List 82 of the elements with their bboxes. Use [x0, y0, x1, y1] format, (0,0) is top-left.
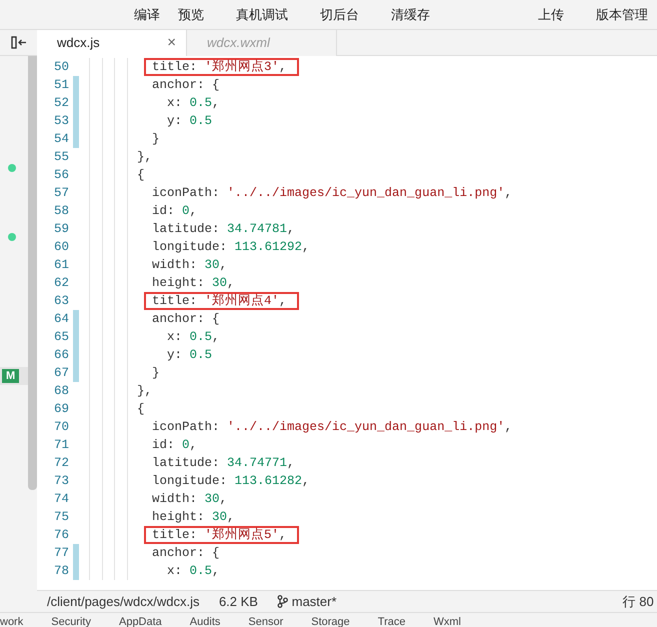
- file-path: /client/pages/wdcx/wdcx.js: [47, 592, 200, 611]
- file-size: 6.2 KB: [218, 592, 258, 611]
- cursor-position: 行 80: [622, 592, 654, 611]
- code-line: anchor: {: [151, 312, 220, 326]
- devtools-tab[interactable]: Audits: [190, 613, 220, 627]
- devtools-tab[interactable]: Trace: [378, 613, 406, 627]
- line-number: 64: [52, 310, 70, 328]
- line-number: 72: [52, 454, 70, 472]
- code-line: id: 0,: [151, 438, 198, 452]
- toolbar-action[interactable]: 上传: [529, 4, 573, 24]
- line-number: 58: [52, 202, 70, 220]
- close-icon[interactable]: ×: [167, 35, 176, 50]
- code-line: x: 0.5,: [166, 564, 220, 578]
- status-dot: [8, 164, 16, 172]
- toolbar-action[interactable]: 切后台: [311, 4, 368, 24]
- line-number: 69: [52, 400, 70, 418]
- toolbar-action[interactable]: 预览: [169, 4, 213, 24]
- code-line: {: [136, 168, 145, 182]
- code-line: {: [136, 402, 145, 416]
- line-number: 61: [52, 256, 70, 274]
- code-line: height: 30,: [151, 276, 235, 290]
- line-number: 62: [52, 274, 70, 292]
- line-number: 67: [52, 364, 70, 382]
- devtools-tab[interactable]: work: [0, 613, 24, 627]
- code-line: longitude: 113.61292,: [151, 240, 310, 254]
- devtools-tab[interactable]: Sensor: [248, 613, 284, 627]
- scrollbar[interactable]: [28, 56, 37, 490]
- line-number: 70: [52, 418, 70, 436]
- code-line: latitude: 34.74781,: [151, 222, 295, 236]
- line-number: 56: [52, 166, 70, 184]
- code-line: anchor: {: [151, 546, 220, 560]
- code-line: width: 30,: [151, 258, 228, 272]
- code-line: width: 30,: [151, 492, 228, 506]
- line-number: 66: [52, 346, 70, 364]
- code-line: x: 0.5,: [166, 96, 220, 110]
- code-line: latitude: 34.74771,: [151, 456, 295, 470]
- line-number: 65: [52, 328, 70, 346]
- code-line: anchor: {: [151, 78, 220, 92]
- line-number: 59: [52, 220, 70, 238]
- code-line: }: [151, 132, 160, 146]
- devtools-tab[interactable]: Security: [51, 613, 91, 627]
- status-dot: [8, 233, 16, 241]
- toolbar-action[interactable]: 真机调试: [227, 4, 297, 24]
- code-line: },: [136, 150, 152, 164]
- devtools-tab[interactable]: Wxml: [433, 613, 461, 627]
- code-line: }: [151, 366, 160, 380]
- line-number: 76: [52, 526, 70, 544]
- collapse-sidebar-icon[interactable]: [10, 36, 26, 49]
- line-number: 55: [52, 148, 70, 166]
- line-number: 50: [52, 58, 70, 76]
- code-line: y: 0.5: [166, 114, 212, 128]
- line-number: 57: [52, 184, 70, 202]
- toolbar-action[interactable]: 编译: [125, 4, 169, 24]
- line-number: 54: [52, 130, 70, 148]
- code-line: id: 0,: [151, 204, 198, 218]
- devtools-tab[interactable]: AppData: [118, 613, 162, 627]
- editor-tab[interactable]: wdcx.js ×: [37, 30, 187, 56]
- code-line: y: 0.5: [166, 348, 212, 362]
- line-number: 74: [52, 490, 70, 508]
- branch-name[interactable]: master*: [292, 592, 337, 612]
- line-number: 53: [52, 112, 70, 130]
- line-number: 68: [52, 382, 70, 400]
- line-number: 77: [52, 544, 70, 562]
- line-number: 51: [52, 76, 70, 94]
- code-line: longitude: 113.61282,: [151, 474, 310, 488]
- line-number: 71: [52, 436, 70, 454]
- line-number: 75: [52, 508, 70, 526]
- code-line: height: 30,: [151, 510, 235, 524]
- branch-icon: [277, 595, 288, 608]
- toolbar-action[interactable]: 版本管理: [587, 4, 657, 24]
- code-line: x: 0.5,: [166, 330, 220, 344]
- line-number: 52: [52, 94, 70, 112]
- devtools-tab[interactable]: Storage: [311, 613, 350, 627]
- code-line: iconPath: '../../images/ic_yun_dan_guan_li.png',: [151, 420, 512, 434]
- toolbar-action[interactable]: 清缓存: [382, 4, 439, 24]
- code-line: },: [136, 384, 152, 398]
- modified-badge: M: [2, 369, 20, 383]
- line-number: 73: [52, 472, 70, 490]
- line-number: 63: [52, 292, 70, 310]
- line-number: 60: [52, 238, 70, 256]
- code-line: iconPath: '../../images/ic_yun_dan_guan_li.png',: [151, 186, 512, 200]
- line-number: 78: [52, 562, 70, 580]
